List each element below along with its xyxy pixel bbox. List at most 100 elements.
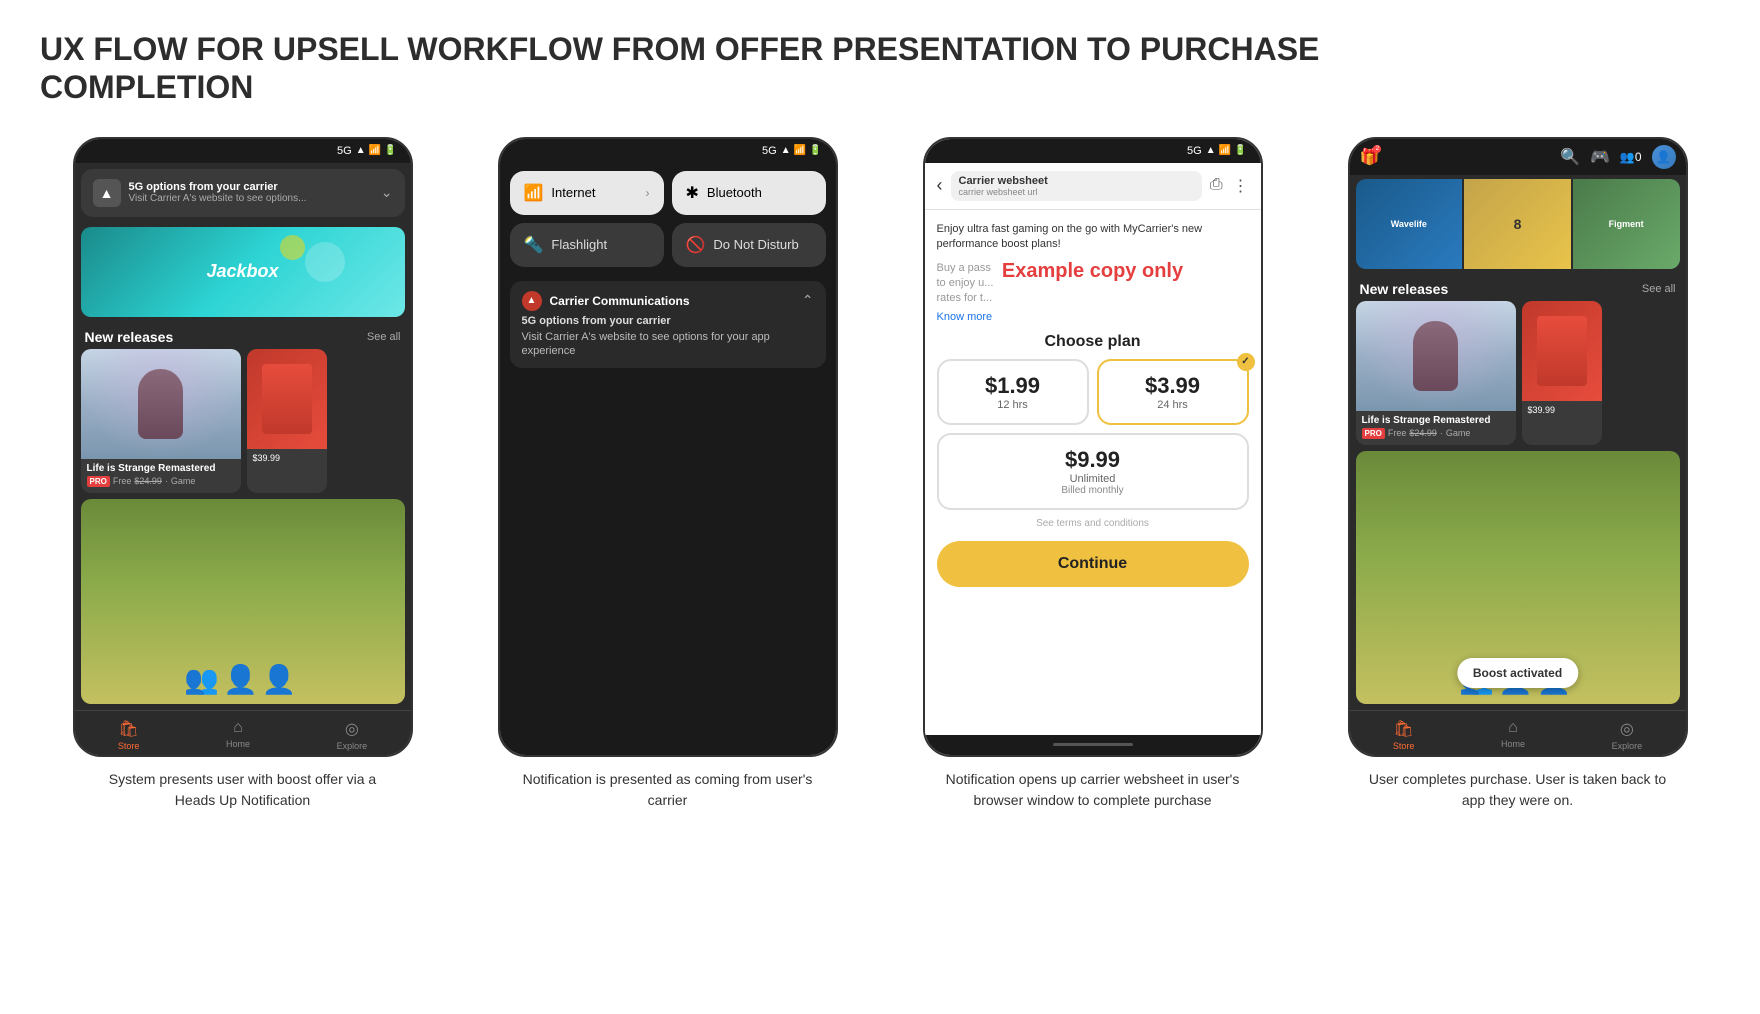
screen1-game1-card[interactable]: Life is Strange Remastered PRO Free $24.… (81, 349, 241, 493)
store-icon: 🛍 (118, 719, 138, 739)
screen4-nav-home[interactable]: ⌂ Home (1501, 719, 1525, 751)
soldier-silhouettes: 👥👤👤 (184, 663, 301, 704)
screen1-status-bar: 5G ▲ 📶 🔋 (75, 139, 411, 163)
internet-tile[interactable]: 📶 Internet › (510, 171, 664, 215)
user-avatar[interactable]: 👤 (1652, 145, 1676, 169)
screen1-games-row: Life is Strange Remastered PRO Free $24.… (75, 349, 411, 493)
screen1-notification[interactable]: ▲ 5G options from your carrier Visit Car… (81, 169, 405, 217)
controller-icon[interactable]: 🎮 (1590, 147, 1610, 167)
continue-button[interactable]: Continue (937, 541, 1249, 587)
s4-home-icon: ⌂ (1508, 719, 1518, 737)
dnd-tile[interactable]: 🚫 Do Not Disturb (672, 223, 826, 267)
flashlight-tile[interactable]: 🔦 Flashlight (510, 223, 664, 267)
screen4-see-all[interactable]: See all (1642, 283, 1676, 295)
notif-carrier-icon: ▲ (93, 179, 121, 207)
carrier-notif-expand-icon[interactable]: ⌃ (802, 292, 814, 309)
plan-options-row: $1.99 12 hrs $3.99 24 hrs ✓ (937, 359, 1249, 425)
screen1-nav-explore[interactable]: ◎ Explore (337, 719, 368, 751)
websheet-title: Carrier websheet (959, 175, 1194, 187)
share-icon[interactable]: ⎙ (1210, 176, 1223, 196)
banner-figment: Figment (1573, 179, 1680, 269)
screen4-game2-img (1522, 301, 1602, 401)
screen4-home-label: Home (1501, 739, 1525, 749)
screen4-explore-label: Explore (1612, 741, 1643, 751)
screen2-phone: 5G ▲ 📶 🔋 📶 Internet › (498, 137, 838, 757)
more-icon[interactable]: ⋮ (1233, 176, 1249, 196)
plan-999-price: $9.99 (951, 447, 1235, 473)
screen2-status-icons: ▲ 📶 🔋 (781, 145, 822, 156)
screen4-game1-card[interactable]: Life is Strange Remastered PRO Free $24.… (1356, 301, 1516, 445)
screen4-game1-img (1356, 301, 1516, 411)
screen1-block: 5G ▲ 📶 🔋 ▲ 5G options from your carrier … (40, 137, 445, 811)
battery-icon: 🔋 (384, 145, 396, 156)
websheet-back-btn[interactable]: ‹ (937, 175, 943, 196)
screen1-store-label: Store (118, 741, 140, 751)
gifts-badge: 2 (1373, 145, 1381, 153)
dnd-icon: 🚫 (686, 235, 706, 255)
soldier-background: 👥👤👤 (81, 499, 405, 704)
carrier-small-icon: ▲ (522, 291, 542, 311)
flashlight-label: Flashlight (551, 237, 607, 252)
screen1-free-label: Free (113, 476, 132, 486)
screen2-block: 5G ▲ 📶 🔋 📶 Internet › (465, 137, 870, 811)
s2-battery-icon: 🔋 (809, 145, 821, 156)
banner-decoration2 (280, 235, 305, 260)
websheet-url: carrier websheet url (959, 187, 1194, 197)
plan-card-999-wrapper: $9.99 Unlimited Billed monthly (937, 433, 1249, 510)
screen4-right-icons: 🔍 🎮 👥0 👤 (1560, 145, 1675, 169)
websheet-toolbar: ‹ Carrier websheet carrier websheet url … (925, 163, 1261, 210)
terms-text[interactable]: See terms and conditions (937, 518, 1249, 529)
gifts-icon-wrapper: 🎁 2 (1360, 147, 1380, 167)
screen1-nav-home[interactable]: ⌂ Home (226, 719, 250, 751)
s3-wifi-icon: 📶 (1219, 145, 1231, 156)
screen1-pro-badge: PRO (87, 476, 110, 487)
bluetooth-label: Bluetooth (707, 185, 762, 200)
screen3-status-bar: 5G ▲ 📶 🔋 (925, 139, 1261, 163)
screen4-game2-card[interactable]: $39.99 (1522, 301, 1602, 445)
plan-card-399[interactable]: $3.99 24 hrs (1097, 359, 1249, 425)
screen1-nav-store[interactable]: 🛍 Store (118, 719, 140, 751)
dnd-label: Do Not Disturb (713, 237, 798, 252)
bluetooth-icon: ✱ (686, 183, 699, 203)
screen4-nav-explore[interactable]: ◎ Explore (1612, 719, 1643, 751)
plan-999-billing: Billed monthly (951, 485, 1235, 496)
url-bar: Carrier websheet carrier websheet url (951, 171, 1202, 201)
screen4-multi-banner: Wavelife 8 Figment (1356, 179, 1680, 269)
plan-card-199[interactable]: $1.99 12 hrs (937, 359, 1089, 425)
screen2-carrier-notif[interactable]: ▲ Carrier Communications ⌃ 5G options fr… (510, 281, 826, 369)
screen1-game2-card[interactable]: $39.99 (247, 349, 327, 493)
home-icon: ⌂ (233, 719, 243, 737)
screen1-app-banner: Jackbox (81, 227, 405, 317)
s3-signal-icon: ▲ (1206, 145, 1216, 156)
home-indicator (1053, 743, 1133, 746)
s4-game1-character (1413, 321, 1458, 391)
carrier-notif-body: Visit Carrier A's website to see options… (522, 330, 814, 359)
screen4-free-label: Free (1388, 428, 1407, 438)
plan-399-price: $3.99 (1111, 373, 1235, 399)
screen4-left-icons: 🎁 2 (1360, 147, 1380, 167)
plan-selected-checkmark: ✓ (1237, 353, 1255, 371)
screen4-price-strike: $24.99 (1409, 428, 1437, 438)
screen1-game2-img (247, 349, 327, 449)
page-title: UX FLOW FOR UPSELL WORKFLOW FROM OFFER P… (40, 30, 1440, 107)
screen4-nav-store[interactable]: 🛍 Store (1393, 719, 1415, 751)
screen4-game1-name: Life is Strange Remastered (1362, 415, 1510, 426)
banner-decoration (305, 242, 345, 282)
bluetooth-tile[interactable]: ✱ Bluetooth (672, 171, 826, 215)
s4-store-icon: 🛍 (1393, 719, 1413, 739)
screen4-pro-badge: PRO (1362, 428, 1385, 439)
plan-199-duration: 12 hrs (951, 399, 1075, 411)
screen1-see-all[interactable]: See all (367, 331, 401, 343)
plan-card-999[interactable]: $9.99 Unlimited Billed monthly (937, 433, 1249, 510)
screen4-top-bar: 🎁 2 🔍 🎮 👥0 👤 (1350, 139, 1686, 175)
wifi-icon: 📶 (369, 145, 381, 156)
screen3-status-icons: ▲ 📶 🔋 (1206, 145, 1247, 156)
websheet-promo-text: Enjoy ultra fast gaming on the go with M… (937, 222, 1249, 253)
screen1-status-5g: 5G (337, 145, 352, 157)
search-icon[interactable]: 🔍 (1560, 147, 1580, 167)
internet-arrow-icon: › (646, 186, 650, 200)
screen4-store-label: Store (1393, 741, 1415, 751)
websheet-body: Enjoy ultra fast gaming on the go with M… (925, 210, 1261, 735)
s2-wifi-icon: 📶 (794, 145, 806, 156)
know-more-link[interactable]: Know more (937, 311, 1249, 323)
